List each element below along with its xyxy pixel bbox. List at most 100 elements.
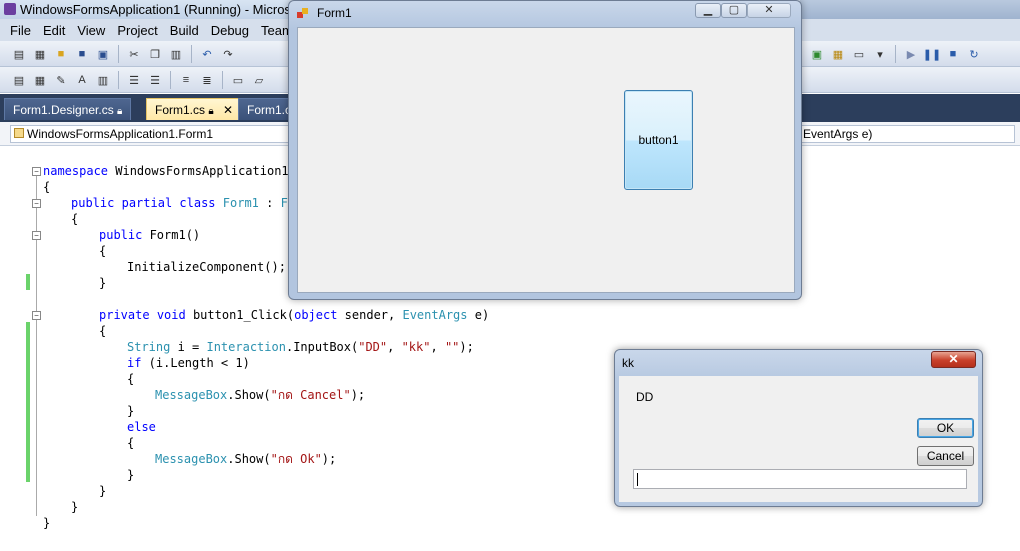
complete-word-icon[interactable]: ▥ — [94, 71, 112, 89]
code-line: { — [127, 436, 135, 450]
toolbox-icon[interactable]: ▭ — [850, 45, 868, 63]
copy-icon[interactable]: ❐ — [146, 45, 164, 63]
toolbar-options-icon[interactable]: ▾ — [871, 45, 889, 63]
code-line: } — [99, 276, 107, 290]
toolbar-separator — [118, 45, 119, 63]
save-icon[interactable]: ■ — [73, 45, 91, 63]
code-line: public partial class Form1 : Fo — [71, 196, 295, 210]
tab-label: Form1.c — [247, 103, 290, 117]
code-line: { — [71, 212, 79, 226]
cut-icon[interactable]: ✂ — [125, 45, 143, 63]
type-dropdown[interactable]: WindowsFormsApplication1.Form1 — [10, 125, 292, 143]
menu-file[interactable]: File — [4, 23, 37, 38]
stop-debugging-icon[interactable]: ■ — [944, 45, 962, 63]
code-line: } — [43, 516, 51, 530]
undo-icon[interactable]: ↶ — [198, 45, 216, 63]
toolbar-separator — [191, 45, 192, 63]
solution-explorer-icon[interactable]: ▣ — [808, 45, 826, 63]
properties-icon[interactable]: ▦ — [829, 45, 847, 63]
form-icon — [297, 8, 309, 19]
class-icon — [14, 128, 24, 138]
code-line: { — [99, 244, 107, 258]
tab-form1-cs-2[interactable]: Form1.c — [238, 98, 290, 120]
ok-button[interactable]: OK — [917, 418, 974, 438]
code-line: namespace WindowsFormsApplication1 — [43, 164, 289, 178]
maximize-button[interactable]: ▢ — [721, 3, 747, 18]
menu-debug[interactable]: Debug — [205, 23, 255, 38]
collapse-class-icon[interactable]: − — [32, 199, 41, 208]
close-icon: ✕ — [764, 4, 774, 16]
form1-window: Form1 ▁ ▢ ✕ button1 — [288, 0, 802, 300]
code-line: if (i.Length < 1) — [127, 356, 250, 370]
text-caret — [637, 473, 638, 486]
tab-label: Form1.cs — [155, 103, 206, 117]
tab-label: Form1.Designer.cs — [13, 103, 114, 117]
collapse-method-icon[interactable]: − — [32, 311, 41, 320]
dialog-prompt: DD — [636, 390, 654, 404]
cancel-button[interactable]: Cancel — [917, 446, 974, 466]
code-line: private void button1_Click(object sender… — [99, 308, 490, 322]
toolbar-separator — [170, 71, 171, 89]
comment-out-icon[interactable]: ≡ — [177, 71, 195, 89]
toolbar-separator — [222, 71, 223, 89]
tab-form1-cs[interactable]: Form1.cs 🔒︎ ✕ — [146, 98, 243, 120]
quick-info-icon[interactable]: ✎ — [52, 71, 70, 89]
changed-line-marker — [26, 274, 30, 290]
bookmark-icon[interactable]: ▭ — [229, 71, 247, 89]
code-line: } — [99, 484, 107, 498]
toolbar-separator — [895, 45, 896, 63]
code-line: } — [71, 500, 79, 514]
code-line: MessageBox.Show("กด Cancel"); — [155, 388, 366, 402]
maximize-icon: ▢ — [728, 4, 740, 16]
form1-title: Form1 — [317, 6, 352, 20]
add-item-icon[interactable]: ▦ — [31, 45, 49, 63]
vs-title-text: WindowsFormsApplication1 (Running) - Mic… — [20, 2, 306, 17]
toolbar-separator — [118, 71, 119, 89]
redo-icon[interactable]: ↷ — [219, 45, 237, 63]
type-dropdown-value: WindowsFormsApplication1.Form1 — [27, 127, 214, 141]
next-bookmark-icon[interactable]: ▱ — [250, 71, 268, 89]
member-dropdown[interactable]: EventArgs e) — [800, 125, 1015, 143]
tab-form1-designer[interactable]: Form1.Designer.cs 🔒︎ — [4, 98, 132, 120]
decrease-indent-icon[interactable]: ☰ — [125, 71, 143, 89]
vs-title-bar-right — [800, 0, 1020, 19]
parameter-info-icon[interactable]: ▦ — [31, 71, 49, 89]
new-project-icon[interactable]: ▤ — [10, 45, 28, 63]
restart-icon[interactable]: ↻ — [965, 45, 983, 63]
minimize-button[interactable]: ▁ — [695, 3, 721, 18]
close-button[interactable]: ✕ — [747, 3, 791, 18]
paste-icon[interactable]: ▥ — [167, 45, 185, 63]
word-completion-icon[interactable]: A — [73, 71, 91, 89]
lock-icon: 🔒︎ — [117, 106, 123, 117]
button1[interactable]: button1 — [624, 90, 693, 190]
collapse-ctor-icon[interactable]: − — [32, 231, 41, 240]
display-object-members-icon[interactable]: ▤ — [10, 71, 28, 89]
save-all-icon[interactable]: ▣ — [94, 45, 112, 63]
form1-client-area: button1 — [297, 27, 795, 293]
member-dropdown-value: EventArgs e) — [803, 127, 873, 141]
code-line: { — [99, 324, 107, 338]
close-tab-icon[interactable]: ✕ — [223, 103, 233, 117]
menu-view[interactable]: View — [71, 23, 111, 38]
continue-icon[interactable]: ▶ — [902, 45, 920, 63]
increase-indent-icon[interactable]: ☰ — [146, 71, 164, 89]
code-line: { — [43, 180, 51, 194]
code-line: InitializeComponent(); — [127, 260, 286, 274]
menu-edit[interactable]: Edit — [37, 23, 71, 38]
lock-icon: 🔒︎ — [208, 106, 214, 117]
open-folder-icon[interactable]: ■ — [52, 45, 70, 63]
code-line: public Form1() — [99, 228, 201, 242]
code-line: String i = Interaction.InputBox("DD", "k… — [127, 340, 474, 354]
minimize-icon: ▁ — [703, 4, 713, 16]
collapse-namespace-icon[interactable]: − — [32, 167, 41, 176]
code-line: else — [127, 420, 156, 434]
uncomment-icon[interactable]: ≣ — [198, 71, 216, 89]
button1-label: button1 — [638, 133, 679, 147]
code-line: } — [127, 404, 135, 418]
dialog-close-button[interactable]: ✕ — [931, 351, 976, 368]
menu-project[interactable]: Project — [111, 23, 163, 38]
break-all-icon[interactable]: ❚❚ — [923, 45, 941, 63]
menu-build[interactable]: Build — [164, 23, 205, 38]
input-field[interactable] — [633, 469, 967, 489]
code-line: { — [127, 372, 135, 386]
